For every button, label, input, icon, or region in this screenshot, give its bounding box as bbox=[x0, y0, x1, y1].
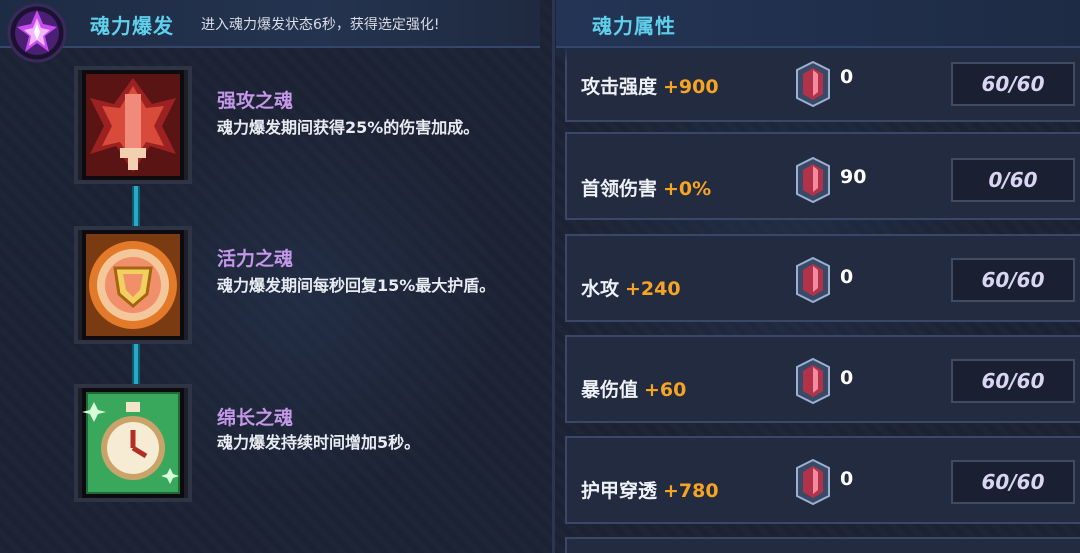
attribute-label: 护甲穿透 +780 bbox=[581, 480, 719, 502]
gem-count: 0 bbox=[840, 367, 854, 389]
attribute-bonus: +240 bbox=[625, 278, 681, 300]
gem-count: 0 bbox=[840, 468, 854, 490]
attribute-level: 60/60 bbox=[951, 258, 1075, 302]
skill-chain-connector bbox=[132, 186, 140, 226]
gem-count: 90 bbox=[840, 166, 867, 188]
attribute-label: 水攻 +240 bbox=[581, 278, 681, 300]
gem-count: 0 bbox=[840, 66, 854, 88]
soul-gem-icon bbox=[796, 357, 830, 405]
skill-name: 强攻之魂 bbox=[217, 90, 294, 112]
attribute-bonus: +780 bbox=[663, 480, 719, 502]
attribute-bonus: +900 bbox=[663, 76, 719, 98]
skill-name: 绵长之魂 bbox=[217, 407, 294, 429]
attribute-row[interactable]: 暴伤值 +60 0 60/60 bbox=[565, 335, 1080, 423]
attribute-title: 魂力属性 bbox=[592, 14, 676, 38]
panel-divider bbox=[552, 0, 555, 553]
attribute-level: 0/60 bbox=[951, 158, 1075, 202]
soul-gem-icon bbox=[796, 156, 830, 204]
soul-gem-icon bbox=[796, 256, 830, 304]
skill-description: 魂力爆发持续时间增加5秒。 bbox=[217, 433, 421, 452]
attribute-label: 首领伤害 +0% bbox=[581, 178, 712, 200]
skill-description: 魂力爆发期间获得25%的伤害加成。 bbox=[217, 118, 480, 137]
skill-description: 魂力爆发期间每秒回复15%最大护盾。 bbox=[217, 276, 496, 295]
attribute-label: 攻击强度 +900 bbox=[581, 76, 719, 98]
soul-gem-icon bbox=[796, 60, 830, 108]
soul-burst-emblem-icon[interactable] bbox=[4, 2, 70, 64]
gem-count: 0 bbox=[840, 266, 854, 288]
soul-burst-panel: 魂力爆发 进入魂力爆发状态6秒，获得选定强化! 强攻之魂 魂力爆发期间获得25%… bbox=[0, 0, 552, 553]
attribute-row[interactable]: 首领伤害 +0% 90 0/60 bbox=[565, 132, 1080, 220]
shield-spirit-icon[interactable] bbox=[72, 224, 194, 346]
red-spirit-icon[interactable] bbox=[72, 64, 194, 186]
attribute-bonus: +60 bbox=[644, 379, 687, 401]
attribute-level: 60/60 bbox=[951, 62, 1075, 106]
attribute-label: 暴伤值 +60 bbox=[581, 379, 687, 401]
stopwatch-spirit-icon[interactable] bbox=[72, 382, 194, 504]
skill-chain-connector bbox=[132, 344, 140, 386]
attribute-row[interactable]: 水攻 +240 0 60/60 bbox=[565, 234, 1080, 322]
soul-gem-icon bbox=[796, 458, 830, 506]
attribute-level: 60/60 bbox=[951, 359, 1075, 403]
skill-name: 活力之魂 bbox=[217, 248, 294, 270]
soul-burst-title: 魂力爆发 bbox=[90, 14, 174, 38]
attribute-bonus: +0% bbox=[663, 178, 712, 200]
soul-burst-description: 进入魂力爆发状态6秒，获得选定强化! bbox=[201, 17, 440, 33]
attribute-row[interactable]: 护甲穿透 +780 0 60/60 bbox=[565, 436, 1080, 524]
attribute-row-partial[interactable] bbox=[565, 537, 1080, 553]
attribute-level: 60/60 bbox=[951, 460, 1075, 504]
